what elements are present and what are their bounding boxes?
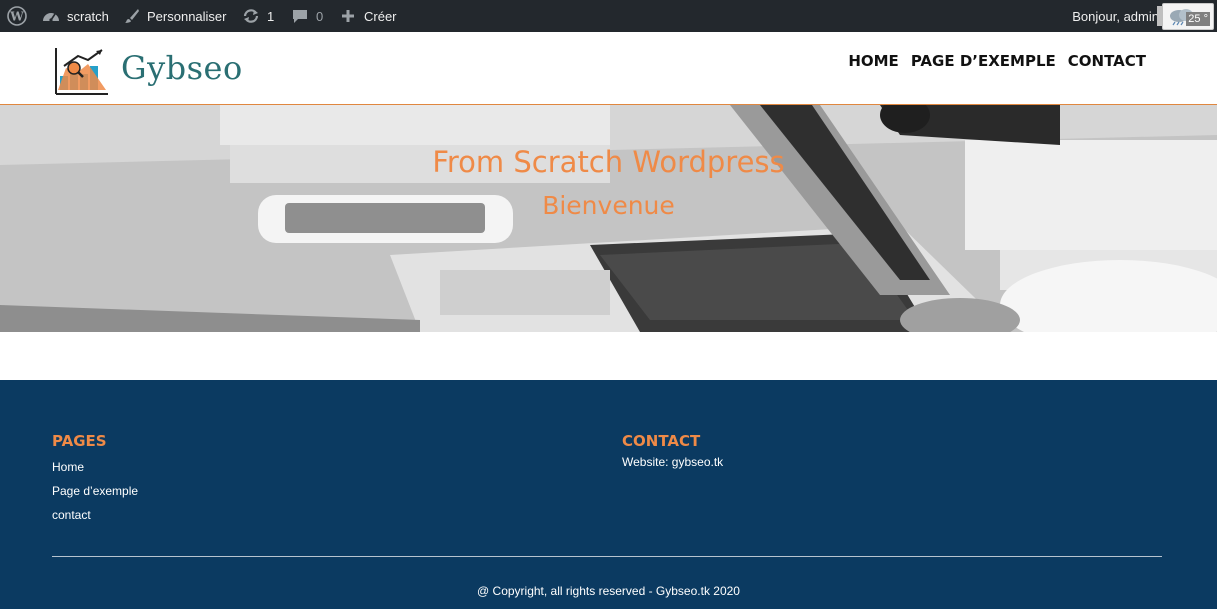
paintbrush-icon	[124, 8, 140, 24]
avatar	[1157, 6, 1163, 26]
greeting-label: Bonjour, admin	[1072, 8, 1159, 24]
footer-pages-heading: PAGES	[52, 432, 107, 450]
weather-temperature: 25 °	[1186, 12, 1210, 26]
customize-label: Personnaliser	[147, 8, 227, 24]
footer-link-contact[interactable]: contact	[52, 508, 91, 522]
footer-divider	[52, 556, 1162, 557]
nav-contact[interactable]: CONTACT	[1068, 52, 1146, 70]
site-name-link[interactable]: scratch	[42, 0, 109, 32]
footer-contact-website: Website: gybseo.tk	[622, 455, 724, 469]
footer-link-home[interactable]: Home	[52, 460, 84, 474]
logo-chart-icon[interactable]	[52, 46, 110, 101]
weather-widget[interactable]: 25 °	[1157, 3, 1214, 30]
admin-bar: W scratch Personnaliser 1 0 Créer Bonjou…	[0, 0, 1217, 32]
footer-contact-heading: CONTACT	[622, 432, 701, 450]
main-navigation: HOME PAGE D’EXEMPLE CONTACT	[848, 52, 1146, 70]
my-account-link[interactable]: Bonjour, admin	[1072, 0, 1159, 32]
copyright-text: @ Copyright, all rights reserved - Gybse…	[477, 584, 740, 598]
wordpress-logo-icon[interactable]: W	[7, 0, 27, 32]
site-header: Gybseo HOME PAGE D’EXEMPLE CONTACT	[0, 32, 1217, 105]
hero-banner: From Scratch Wordpress Bienvenue	[0, 105, 1217, 332]
svg-text:W: W	[9, 10, 24, 24]
nav-home[interactable]: HOME	[848, 52, 898, 70]
dashboard-icon	[42, 8, 60, 24]
new-content-label: Créer	[364, 8, 397, 24]
nav-sample-page[interactable]: PAGE D’EXEMPLE	[911, 52, 1056, 70]
customize-link[interactable]: Personnaliser	[124, 0, 227, 32]
updates-icon	[242, 8, 260, 24]
comments-link[interactable]: 0	[292, 0, 323, 32]
hero-subtitle: Bienvenue	[542, 191, 675, 220]
new-content-link[interactable]: Créer	[341, 0, 397, 32]
site-logo-text[interactable]: Gybseo	[121, 49, 243, 87]
site-name-label: scratch	[67, 8, 109, 24]
updates-link[interactable]: 1	[242, 0, 274, 32]
comment-icon	[292, 8, 308, 24]
hero-title: From Scratch Wordpress	[432, 145, 785, 179]
comments-count: 0	[316, 8, 324, 24]
plus-icon	[341, 9, 355, 23]
site-footer: PAGES Home Page d’exemple contact CONTAC…	[0, 380, 1217, 609]
footer-link-sample-page[interactable]: Page d’exemple	[52, 484, 138, 498]
updates-count: 1	[267, 8, 275, 24]
